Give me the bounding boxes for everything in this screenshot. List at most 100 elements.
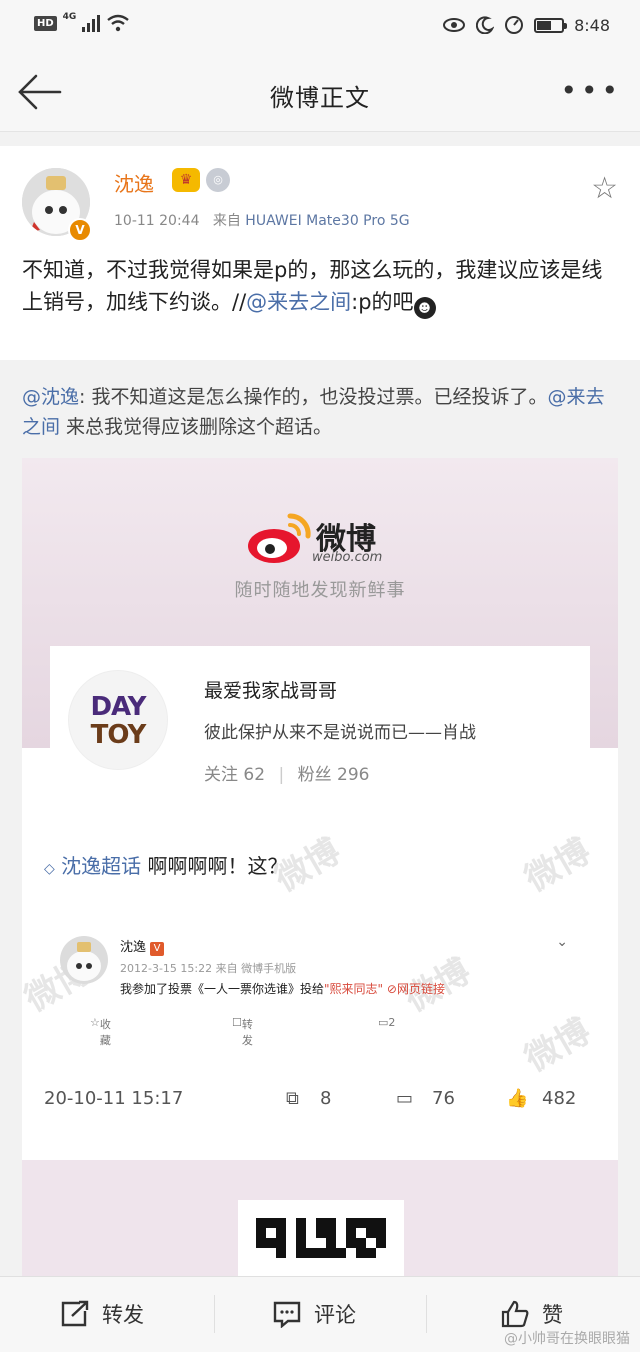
supertopic-line: ◇ 沈逸超话 啊啊啊啊！这？ [44, 850, 288, 879]
qr-module [266, 1248, 276, 1258]
qr-module [266, 1228, 276, 1238]
post-text-tail: :p的吧 [351, 290, 414, 314]
weibo-slogan: 随时随地发现新鲜事 [234, 580, 406, 601]
verified-badge: V [68, 218, 92, 242]
qr-module [316, 1248, 326, 1258]
qr-module [256, 1238, 266, 1248]
qr-code [238, 1200, 404, 1276]
qr-module [326, 1218, 336, 1228]
qr-module [336, 1248, 346, 1258]
qr-module [376, 1238, 386, 1248]
qr-module [306, 1248, 316, 1258]
screenshot-qr-area [22, 1160, 618, 1276]
repost-icon: ⧉ [286, 1088, 299, 1109]
qr-module [316, 1238, 326, 1248]
qr-module [336, 1218, 346, 1228]
profile-avatar: DAY TOY [68, 670, 168, 770]
qr-module [286, 1228, 296, 1238]
battery-icon [534, 17, 568, 33]
wifi-icon [107, 14, 130, 32]
post-source[interactable]: HUAWEI Mate30 Pro 5G [245, 213, 409, 229]
inner-fav-action: ☆ 收藏 [90, 1016, 111, 1047]
inner-comment-action: ▭ 2 [378, 1016, 396, 1029]
inner-post: 沈逸 V 2012-3-15 15:22 来自 微博手机版 我参加了投票《一人一票… [60, 928, 590, 1048]
qr-module [306, 1238, 316, 1248]
inner-repost-action: ☐ 转发 [232, 1016, 253, 1047]
inner-text-prefix: 我参加了投票《一人一票你选谁》投给 [120, 982, 325, 996]
favorite-star-icon[interactable]: ☆ [591, 174, 618, 204]
avatar-text-bottom: TOY [90, 720, 147, 750]
medal-badge-icon: ◎ [206, 168, 230, 192]
repost-label: 转发 [102, 1303, 144, 1327]
qr-module [326, 1238, 336, 1248]
inner-post-author: 沈逸 V [120, 936, 165, 956]
supertopic-text: 啊啊啊啊！这？ [141, 854, 288, 878]
qr-module [266, 1238, 276, 1248]
repost-icon [61, 1300, 89, 1327]
qr-module [266, 1218, 276, 1228]
top-navigation: 微博正文 ••• [0, 52, 640, 132]
post-text: 不知道，不过我觉得如果是p的，那这么玩的，我建议应该是线上销号，加线下约谈。//… [22, 254, 622, 319]
post-timestamp: 10-11 20:44 [114, 213, 200, 229]
source-prefix: 来自 [212, 213, 241, 229]
retweeted-post[interactable]: @沈逸: 我不知道这是怎么操作的，也没投过票。已经投诉了。@来去之间 来总我觉得… [0, 370, 640, 1276]
comment-button[interactable]: 评论 [272, 1299, 356, 1329]
qr-module [286, 1238, 296, 1248]
follow-count: 62 [243, 765, 266, 785]
fans-label: 粉丝 [297, 765, 332, 785]
diamond-icon: ◇ [44, 861, 55, 877]
speed-icon [505, 16, 524, 34]
profile-card: DAY TOY 最爱我家战哥哥 彼此保护从来不是说说而已——肖战 关注 62 |… [50, 646, 590, 790]
qr-module [256, 1248, 266, 1258]
signal-icon [82, 14, 101, 32]
qr-module [356, 1228, 366, 1238]
watermark-text: @小帅哥在换眼眼猫 [504, 1331, 630, 1347]
weibo-post: V 沈逸 ♛ ◎ 10-11 20:44 来自 HUAWEI Mate30 Pr… [0, 146, 640, 360]
mention-link[interactable]: @来去之间 [246, 290, 351, 314]
like-count: 482 [542, 1088, 577, 1109]
divider [426, 1295, 427, 1333]
link-icon: ⊘ [386, 982, 397, 996]
attached-screenshot[interactable]: 微博 weibo.com 随时随地发现新鲜事 DAY TOY 最爱我家战哥哥 彼… [22, 458, 618, 1276]
qr-module [336, 1238, 346, 1248]
author-name[interactable]: 沈逸 [114, 168, 154, 197]
qr-module [276, 1238, 286, 1248]
qr-module [316, 1228, 326, 1238]
more-options-icon[interactable]: ••• [560, 74, 622, 107]
face-emoji-icon: ☻ [413, 297, 436, 319]
qr-module [296, 1248, 306, 1258]
qr-module [376, 1218, 386, 1228]
qr-module [306, 1218, 316, 1228]
comment-count: 76 [432, 1088, 455, 1109]
like-label: 赞 [542, 1303, 563, 1327]
moon-icon [476, 16, 495, 34]
eye-icon [443, 18, 466, 32]
inner-post-avatar [60, 936, 108, 984]
qr-module [376, 1248, 386, 1258]
like-button[interactable]: 赞 [500, 1299, 563, 1329]
qr-module [366, 1238, 376, 1248]
retweet-text: @沈逸: 我不知道这是怎么操作的，也没投过票。已经投诉了。@来去之间 来总我觉得… [22, 382, 622, 442]
qr-module [296, 1238, 306, 1248]
follow-label: 关注 [204, 765, 238, 785]
watermark: 微博 [518, 831, 598, 900]
qr-module [346, 1248, 356, 1258]
qr-module [326, 1228, 336, 1238]
qr-module [276, 1248, 286, 1258]
retweet-text-main: : 我不知道这是怎么操作的，也没投过票。已经投诉了。 [79, 386, 548, 408]
inner-post-text: 我参加了投票《一人一票你选谁》投给"熙来同志" ⊘网页链接 [120, 980, 445, 997]
weibo-domain: weibo.com [312, 550, 383, 565]
qr-module [346, 1218, 356, 1228]
profile-stats: 关注 62 | 粉丝 296 [204, 765, 370, 785]
comment-icon: ▭ [396, 1088, 414, 1109]
repost-button[interactable]: 转发 [60, 1299, 144, 1329]
inner-text-highlight: "熙来同志" [324, 982, 384, 996]
qr-module [376, 1228, 386, 1238]
page-title: 微博正文 [270, 84, 370, 112]
qr-module [336, 1228, 346, 1238]
supertopic-tag[interactable]: 沈逸超话 [61, 854, 141, 878]
thumbs-up-icon [501, 1300, 529, 1328]
retweet-author-mention[interactable]: @沈逸 [22, 386, 79, 408]
divider [214, 1295, 215, 1333]
qr-module [326, 1248, 336, 1258]
